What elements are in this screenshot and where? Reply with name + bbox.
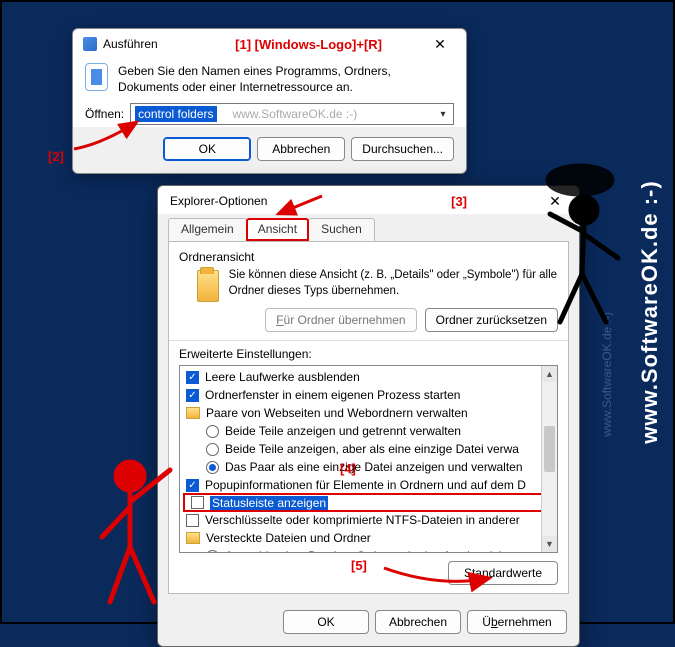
tree-group[interactable]: Versteckte Dateien und Ordner bbox=[206, 531, 371, 545]
annotation-3: [3] bbox=[451, 194, 467, 209]
cancel-button[interactable]: Abbrechen bbox=[257, 137, 345, 161]
annotation-2: [2] bbox=[48, 149, 64, 164]
cancel-button[interactable]: Abbrechen bbox=[375, 610, 461, 634]
ok-button[interactable]: OK bbox=[163, 137, 251, 161]
run-icon-small bbox=[83, 37, 97, 51]
folder-view-desc: Sie können diese Ansicht (z. B. „Details… bbox=[229, 268, 558, 299]
tab-bar: Allgemein Ansicht Suchen bbox=[168, 218, 569, 241]
explorer-options-dialog: Explorer-Optionen [3] ✕ Allgemein Ansich… bbox=[157, 185, 580, 647]
tree-item[interactable]: Ausgeblendete Dateien, Ordner oder Laufw… bbox=[225, 549, 519, 553]
tree-item[interactable]: Beide Teile anzeigen, aber als eine einz… bbox=[225, 442, 519, 456]
run-title-text: Ausführen bbox=[103, 37, 158, 51]
brand-vertical: www.SoftwareOK.de :-) bbox=[637, 180, 663, 443]
tree-item[interactable]: Ordnerfenster in einem eigenen Prozess s… bbox=[205, 388, 460, 402]
scroll-down-icon[interactable]: ▼ bbox=[542, 536, 557, 552]
folder-icon bbox=[186, 532, 200, 544]
annotation-4: [4] bbox=[340, 461, 356, 476]
annotation-1: [1] [Windows-Logo]+[R] bbox=[235, 37, 382, 52]
chevron-down-icon[interactable]: ▾ bbox=[435, 106, 451, 122]
group-folder-view-label: Ordneransicht bbox=[179, 250, 558, 264]
apply-button[interactable]: ÜbernehmenÜbernehmen bbox=[467, 610, 567, 634]
tab-general[interactable]: Allgemein bbox=[168, 218, 247, 241]
close-button[interactable]: ✕ bbox=[422, 33, 458, 55]
tree-item[interactable]: Popupinformationen für Elemente in Ordne… bbox=[205, 478, 526, 492]
tree-item-statusbar[interactable]: Statusleiste anzeigen bbox=[210, 496, 328, 510]
folder-icon bbox=[197, 270, 219, 302]
tab-search[interactable]: Suchen bbox=[308, 218, 375, 241]
tree-item[interactable]: Das Paar als eine einzige Datei anzeigen… bbox=[225, 460, 523, 474]
folder-icon bbox=[186, 407, 200, 419]
scroll-thumb[interactable] bbox=[544, 426, 555, 472]
reset-folders-button[interactable]: Ordner zurücksetzen bbox=[425, 308, 558, 332]
tab-view[interactable]: Ansicht bbox=[246, 218, 309, 241]
checkbox-icon[interactable]: ✓ bbox=[186, 371, 199, 384]
browse-button[interactable]: Durchsuchen... bbox=[351, 137, 454, 161]
tab-panel-view: Ordneransicht Sie können diese Ansicht (… bbox=[168, 241, 569, 594]
checkbox-icon[interactable]: ✓ bbox=[186, 389, 199, 402]
apply-to-folders-button[interactable]: FFür Ordner übernehmenür Ordner übernehm… bbox=[265, 308, 416, 332]
tree-item[interactable]: Leere Laufwerke ausblenden bbox=[205, 370, 360, 384]
annotation-5: [5] bbox=[351, 558, 367, 573]
open-combobox[interactable]: control folders www.SoftwareOK.de :-) ▾ bbox=[130, 103, 454, 125]
tree-item[interactable]: Beide Teile anzeigen und getrennt verwal… bbox=[225, 424, 461, 438]
checkbox-icon[interactable]: ✓ bbox=[186, 479, 199, 492]
run-description: Geben Sie den Namen eines Programms, Ord… bbox=[118, 63, 454, 95]
radio-icon[interactable] bbox=[206, 461, 219, 474]
run-icon bbox=[85, 63, 108, 91]
radio-icon[interactable] bbox=[206, 425, 219, 438]
advanced-settings-tree[interactable]: ✓ Leere Laufwerke ausblenden ✓ Ordnerfenst… bbox=[179, 365, 558, 553]
explorer-title: Explorer-Optionen bbox=[170, 194, 267, 208]
advanced-settings-label: Erweiterte Einstellungen: bbox=[179, 347, 558, 361]
run-dialog: Ausführen [1] [Windows-Logo]+[R] ✕ Geben… bbox=[72, 28, 467, 174]
radio-icon[interactable] bbox=[206, 550, 219, 554]
watermark: www.SoftwareOK.de :-) bbox=[600, 312, 614, 437]
scroll-up-icon[interactable]: ▲ bbox=[542, 366, 557, 382]
checkbox-icon[interactable] bbox=[191, 496, 204, 509]
radio-icon[interactable] bbox=[206, 443, 219, 456]
open-label: Öffnen: bbox=[85, 107, 124, 121]
tree-group[interactable]: Paare von Webseiten und Webordnern verwa… bbox=[206, 406, 468, 420]
open-input-value[interactable]: control folders bbox=[135, 106, 216, 122]
scrollbar[interactable]: ▲ ▼ bbox=[541, 366, 557, 552]
ok-button[interactable]: OK bbox=[283, 610, 369, 634]
tree-item[interactable]: Verschlüsselte oder komprimierte NTFS-Da… bbox=[205, 513, 520, 527]
defaults-button[interactable]: Standardwerte bbox=[448, 561, 558, 585]
checkbox-icon[interactable] bbox=[186, 514, 199, 527]
close-button[interactable]: ✕ bbox=[537, 190, 573, 212]
field-watermark: www.SoftwareOK.de :-) bbox=[233, 107, 358, 121]
